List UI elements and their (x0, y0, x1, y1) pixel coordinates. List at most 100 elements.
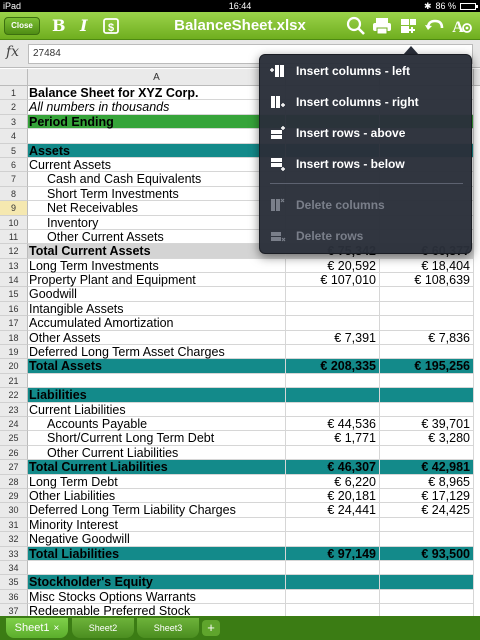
cell-c[interactable]: € 8,965 (380, 474, 474, 489)
cell-a[interactable]: Misc Stocks Options Warrants (28, 589, 286, 605)
cell-a[interactable]: Other Liabilities (28, 488, 286, 504)
row-number[interactable]: 5 (0, 143, 28, 158)
cell-b[interactable]: € 1,771 (286, 431, 380, 446)
menu-item-insert-columns-left[interactable]: Insert columns - left (260, 57, 473, 85)
row-number[interactable]: 35 (0, 575, 28, 590)
search-icon[interactable] (345, 16, 367, 36)
cell-a[interactable]: Net Receivables (28, 201, 286, 216)
row-number[interactable]: 13 (0, 258, 28, 274)
row-number[interactable]: 14 (0, 273, 28, 288)
row-number[interactable]: 36 (0, 589, 28, 605)
cell-c[interactable]: € 24,425 (380, 503, 474, 518)
cell-a[interactable]: Liabilities (28, 388, 286, 403)
number-format-icon[interactable]: $ (100, 16, 122, 36)
sheet-tab-1[interactable]: Sheet1 × (6, 618, 68, 638)
cell-a[interactable] (28, 373, 286, 389)
cell-b[interactable] (286, 445, 380, 461)
cell-b[interactable] (286, 532, 380, 547)
cell-c[interactable]: € 93,500 (380, 546, 474, 561)
cell-c[interactable] (380, 575, 474, 590)
cell-c[interactable]: € 18,404 (380, 258, 474, 274)
cell-a[interactable]: Long Term Debt (28, 474, 286, 489)
cell-c[interactable] (380, 287, 474, 302)
cell-b[interactable] (286, 373, 380, 389)
row-number[interactable]: 23 (0, 402, 28, 417)
cell-a[interactable]: Period Ending (28, 114, 286, 130)
cell-b[interactable] (286, 604, 380, 616)
row-number[interactable]: 20 (0, 359, 28, 374)
cell-c[interactable] (380, 604, 474, 616)
cell-c[interactable] (380, 345, 474, 360)
cell-b[interactable]: € 24,441 (286, 503, 380, 518)
cell-a[interactable]: Goodwill (28, 287, 286, 302)
undo-icon[interactable] (424, 16, 446, 36)
row-number[interactable]: 11 (0, 229, 28, 245)
cell-b[interactable]: € 7,391 (286, 330, 380, 346)
cell-c[interactable] (380, 589, 474, 605)
row-number[interactable]: 6 (0, 157, 28, 173)
row-number[interactable]: 29 (0, 488, 28, 504)
menu-item-insert-rows-above[interactable]: Insert rows - above (260, 119, 473, 147)
cell-c[interactable] (380, 402, 474, 417)
bold-button[interactable]: B (52, 15, 66, 37)
row-number[interactable]: 19 (0, 345, 28, 360)
row-number[interactable]: 2 (0, 100, 28, 115)
row-number[interactable]: 15 (0, 287, 28, 302)
cell-c[interactable] (380, 301, 474, 317)
cell-c[interactable]: € 108,639 (380, 273, 474, 288)
cell-a[interactable]: Current Assets (28, 157, 286, 173)
cell-a[interactable]: Other Current Liabilities (28, 445, 286, 461)
cell-a[interactable]: Property Plant and Equipment (28, 273, 286, 288)
cell-c[interactable]: € 39,701 (380, 416, 474, 432)
cell-b[interactable] (286, 560, 380, 576)
cell-a[interactable]: Other Current Assets (28, 229, 286, 245)
insert-cells-icon[interactable] (398, 16, 420, 36)
cell-a[interactable]: Balance Sheet for XYZ Corp. (28, 86, 286, 101)
cell-c[interactable]: € 42,981 (380, 460, 474, 475)
row-number[interactable]: 24 (0, 416, 28, 432)
text-format-icon[interactable]: A (451, 16, 473, 36)
cell-a[interactable]: Intangible Assets (28, 301, 286, 317)
menu-item-insert-rows-below[interactable]: Insert rows - below (260, 150, 473, 178)
row-number[interactable]: 16 (0, 301, 28, 317)
cell-c[interactable] (380, 388, 474, 403)
cell-b[interactable] (286, 589, 380, 605)
cell-c[interactable] (380, 316, 474, 331)
cell-a[interactable]: Stockholder's Equity (28, 575, 286, 590)
cell-a[interactable]: Negative Goodwill (28, 532, 286, 547)
row-number[interactable]: 25 (0, 431, 28, 446)
cell-c[interactable] (380, 373, 474, 389)
row-number[interactable]: 18 (0, 330, 28, 346)
cell-a[interactable]: Total Current Liabilities (28, 460, 286, 475)
cell-c[interactable] (380, 560, 474, 576)
row-number[interactable]: 8 (0, 186, 28, 202)
select-all-corner[interactable] (0, 69, 28, 86)
cell-a[interactable] (28, 560, 286, 576)
cell-a[interactable]: Assets (28, 143, 286, 158)
cell-a[interactable]: Deferred Long Term Liability Charges (28, 503, 286, 518)
print-icon[interactable] (371, 16, 393, 36)
sheet-tab-2[interactable]: Sheet2 (72, 618, 134, 638)
cell-a[interactable]: Inventory (28, 215, 286, 230)
row-number[interactable]: 27 (0, 460, 28, 475)
cell-b[interactable] (286, 388, 380, 403)
cell-a[interactable]: Accumulated Amortization (28, 316, 286, 331)
italic-button[interactable]: I (80, 15, 87, 37)
cell-c[interactable]: € 17,129 (380, 488, 474, 504)
cell-a[interactable]: Cash and Cash Equivalents (28, 172, 286, 187)
cell-b[interactable] (286, 287, 380, 302)
cell-b[interactable]: € 6,220 (286, 474, 380, 489)
cell-a[interactable]: All numbers in thousands (28, 100, 286, 115)
cell-b[interactable]: € 44,536 (286, 416, 380, 432)
cell-c[interactable] (380, 532, 474, 547)
cell-b[interactable] (286, 517, 380, 533)
row-number[interactable]: 33 (0, 546, 28, 561)
cell-a[interactable]: Other Assets (28, 330, 286, 346)
close-button[interactable]: Close (4, 17, 40, 35)
row-number[interactable]: 21 (0, 373, 28, 389)
cell-a[interactable] (28, 129, 286, 144)
row-number[interactable]: 37 (0, 604, 28, 616)
cell-b[interactable]: € 20,181 (286, 488, 380, 504)
menu-item-insert-columns-right[interactable]: Insert columns - right (260, 88, 473, 116)
cell-b[interactable]: € 208,335 (286, 359, 380, 374)
